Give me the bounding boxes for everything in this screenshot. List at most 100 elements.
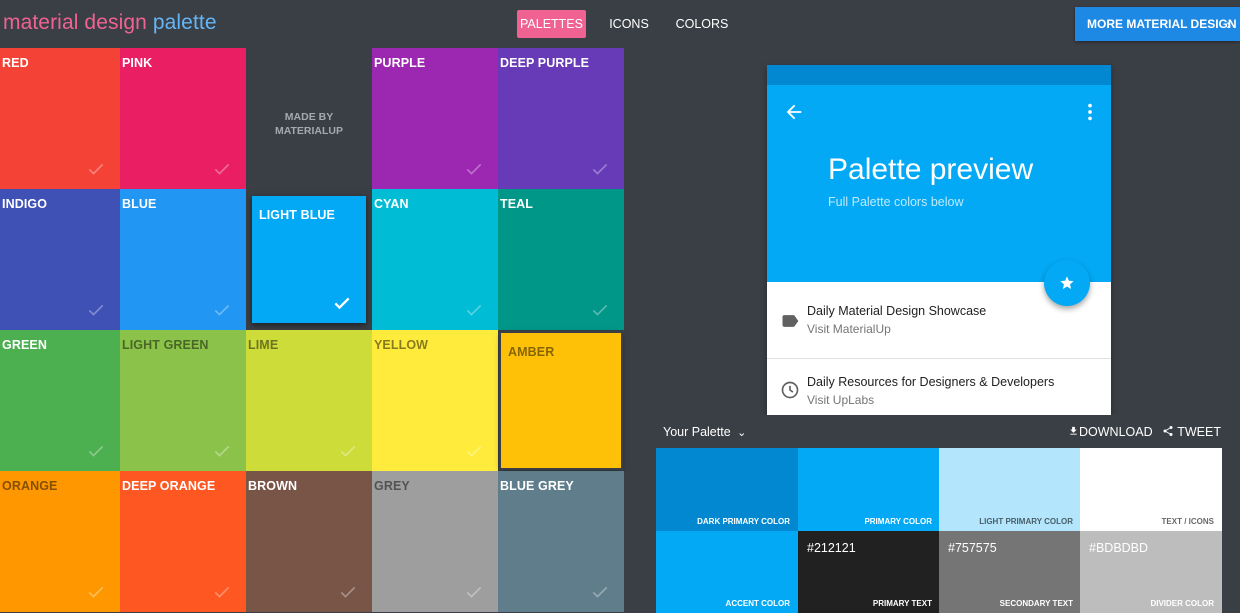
swatch-label: PRIMARY TEXT — [872, 599, 932, 608]
palette-tile-green[interactable]: GREEN — [0, 330, 120, 471]
check-icon — [466, 586, 482, 598]
more-material-design-label: MORE MATERIAL DESIGN — [1087, 17, 1237, 31]
palette-tile-pink[interactable]: PINK — [120, 48, 246, 189]
palette-preview-phone: Palette preview Full Palette colors belo… — [767, 65, 1111, 415]
header: material design palette PALETTES ICONS C… — [0, 0, 1240, 48]
nav-icons[interactable]: ICONS — [604, 10, 654, 38]
swatch-label: SECONDARY TEXT — [999, 599, 1073, 608]
check-icon — [340, 586, 356, 598]
check-icon — [88, 445, 104, 457]
swatch-label: DARK PRIMARY COLOR — [697, 517, 790, 526]
palette-tile-teal[interactable]: TEAL — [498, 189, 624, 330]
palette-tile-deep-purple[interactable]: DEEP PURPLE — [498, 48, 624, 189]
palette-tile-red[interactable]: RED — [0, 48, 120, 189]
swatch-hex: #212121 — [807, 541, 856, 555]
palette-tile-yellow[interactable]: YELLOW — [372, 330, 498, 471]
palette-tile-label: INDIGO — [2, 197, 48, 211]
check-icon — [466, 445, 482, 457]
swatch-label: DIVIDER COLOR — [1150, 599, 1214, 608]
made-by-line2: MATERIALUP — [274, 125, 344, 137]
swatch-primary-color[interactable]: PRIMARY COLOR — [798, 448, 940, 531]
swatch-hex: #BDBDBD — [1089, 541, 1149, 555]
check-icon — [466, 163, 482, 175]
palette-tile-purple[interactable]: PURPLE — [372, 48, 498, 189]
check-icon — [466, 304, 482, 316]
palette-tile-blue-grey[interactable]: BLUE GREY — [498, 471, 624, 612]
palette-tile-label: DEEP PURPLE — [500, 56, 590, 70]
your-palette-dropdown[interactable]: Your Palette ⌄ — [663, 425, 746, 439]
check-icon — [214, 304, 230, 316]
swatch-light-primary-color[interactable]: LIGHT PRIMARY COLOR — [939, 448, 1081, 531]
your-palette-title: Your Palette — [663, 425, 731, 439]
your-palette-header: Your Palette ⌄ DOWNLOAD TWEET — [656, 415, 1222, 448]
swatch-primary-text[interactable]: #212121 PRIMARY TEXT — [798, 531, 940, 613]
share-icon — [1163, 426, 1173, 436]
palette-tile-amber[interactable]: AMBER — [499, 331, 623, 470]
palette-tile-deep-orange[interactable]: DEEP ORANGE — [120, 471, 246, 612]
swatch-hex: #757575 — [948, 541, 997, 555]
check-icon — [88, 586, 104, 598]
palette-tile-label: DEEP ORANGE — [122, 479, 216, 493]
tweet-button[interactable]: TWEET — [1162, 425, 1221, 439]
palette-tile-label: BROWN — [248, 479, 298, 493]
chevron-down-icon: ⌄ — [737, 427, 747, 439]
list-item-subtitle: Visit UpLabs — [807, 393, 875, 407]
swatch-accent-color[interactable]: ACCENT COLOR — [656, 531, 798, 613]
preview-title: Palette preview — [828, 153, 1034, 186]
nav-colors[interactable]: COLORS — [672, 10, 732, 38]
made-by-line1: MADE BY — [284, 111, 334, 123]
swatch-secondary-text[interactable]: #757575 SECONDARY TEXT — [939, 531, 1081, 613]
list-item-title: Daily Material Design Showcase — [807, 304, 987, 318]
swatch-divider-color[interactable]: #BDBDBD DIVIDER COLOR — [1080, 531, 1222, 613]
palette-tile-label: GREY — [374, 479, 410, 493]
palette-tile-orange[interactable]: ORANGE — [0, 471, 120, 612]
swatch-dark-primary-color[interactable]: DARK PRIMARY COLOR — [656, 448, 798, 531]
swatch-text-icons[interactable]: TEXT / ICONS — [1080, 448, 1222, 531]
palette-tile-label: PURPLE — [374, 56, 426, 70]
palette-tile-cyan[interactable]: CYAN — [372, 189, 498, 330]
label-icon — [782, 315, 799, 327]
palette-tile-label: LIGHT GREEN — [122, 338, 209, 352]
logo-text-secondary: palette — [152, 11, 217, 34]
check-icon — [88, 163, 104, 175]
palette-tile-label: CYAN — [374, 197, 409, 211]
preview-subtitle: Full Palette colors below — [828, 195, 964, 209]
palette-tile-blue[interactable]: BLUE — [120, 189, 246, 330]
palette-tile-light-green[interactable]: LIGHT GREEN — [120, 330, 246, 471]
palette-tile-lime[interactable]: LIME — [246, 330, 372, 471]
made-by-materialup[interactable]: MADE BY MATERIALUP — [246, 48, 372, 189]
palette-tile-grey[interactable]: GREY — [372, 471, 498, 612]
status-bar — [767, 65, 1111, 85]
tweet-label: TWEET — [1177, 425, 1221, 439]
list-item-showcase[interactable]: Daily Material Design Showcase Visit Mat… — [767, 289, 1111, 359]
logo[interactable]: material design palette — [3, 11, 217, 35]
list-item-resources[interactable]: Daily Resources for Designers & Develope… — [767, 360, 1111, 415]
more-vert-icon[interactable] — [1079, 101, 1101, 123]
palette-grid: MADE BY MATERIALUP RED PINK PURPLE DEEP PUR… — [0, 48, 624, 613]
chevron-right-icon: › — [1226, 16, 1231, 32]
palette-tile-indigo[interactable]: INDIGO — [0, 189, 120, 330]
check-icon — [88, 304, 104, 316]
check-icon — [334, 297, 350, 310]
swatch-label: TEXT / ICONS — [1161, 517, 1214, 526]
palette-tile-label: RED — [2, 56, 29, 70]
swatch-label: ACCENT COLOR — [725, 599, 790, 608]
palette-tile-label: ORANGE — [2, 479, 58, 493]
list-divider — [767, 358, 1111, 359]
check-icon — [214, 163, 230, 175]
palette-tile-label: BLUE GREY — [500, 479, 574, 493]
download-button[interactable]: DOWNLOAD — [1068, 425, 1153, 439]
nav-palettes[interactable]: PALETTES — [517, 10, 586, 38]
palette-tile-brown[interactable]: BROWN — [246, 471, 372, 612]
palette-tile-label: PINK — [122, 56, 153, 70]
check-icon — [592, 586, 608, 598]
arrow-back-icon[interactable] — [783, 101, 805, 123]
check-icon — [214, 586, 230, 598]
list-item-subtitle: Visit MaterialUp — [807, 322, 891, 336]
list-item-title: Daily Resources for Designers & Develope… — [807, 375, 1055, 389]
palette-tile-light-blue[interactable]: LIGHT BLUE — [252, 196, 366, 323]
logo-text-primary: material design — [3, 11, 147, 34]
swatch-label: PRIMARY COLOR — [864, 517, 932, 526]
palette-tile-label: BLUE — [122, 197, 157, 211]
more-material-design-button[interactable]: MORE MATERIAL DESIGN › — [1075, 7, 1240, 41]
